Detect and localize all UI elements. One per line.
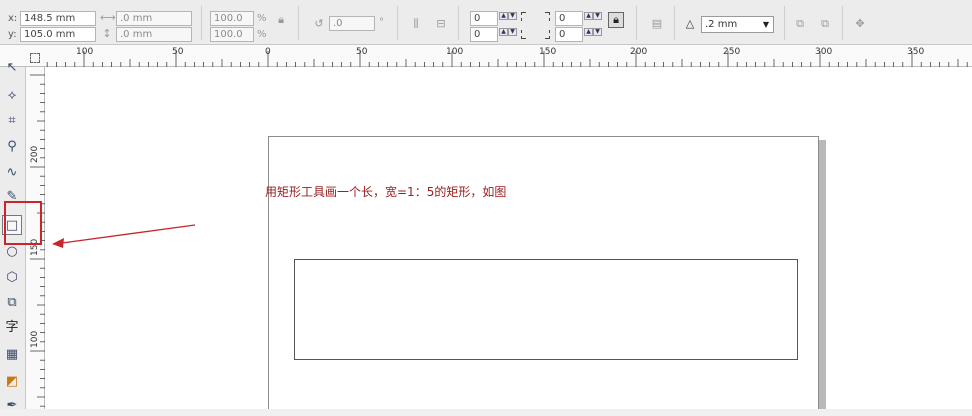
mirror-horizontal-icon[interactable]: ⫼ [409,17,423,31]
polygon-tool-icon[interactable]: ⬡ [2,268,22,288]
corner-bracket-icon [521,12,526,21]
pick-tool-icon[interactable]: ↖ [2,58,22,78]
eyedropper-tool-icon[interactable]: ✒ [2,396,22,416]
width-field[interactable]: .0 mm [116,11,192,26]
ruler-label: 250 [723,47,741,57]
ellipse-tool-icon[interactable]: ○ [2,242,22,262]
text-tool-icon[interactable]: 字 [2,318,22,338]
separator [201,6,202,40]
corner-top-right-field[interactable]: 0 [555,11,583,26]
corner-top-left-down-icon[interactable]: ▼ [508,12,517,20]
to-front-icon[interactable]: ⧉ [793,17,807,31]
tutorial-annotation: 用矩形工具画一个长，宽=1：5的矩形，如图 [265,185,507,199]
ruler-label: 0 [265,47,271,57]
horizontal-ruler[interactable]: 100 50 0 50 100 150 200 250 300 350 [0,45,972,67]
height-icon: ↕ [102,27,112,40]
corner-bottom-left-down-icon[interactable]: ▼ [508,28,517,36]
shape-tool-icon[interactable]: ⟡ [2,86,22,106]
ruler-label: 350 [907,47,925,57]
separator [458,6,459,40]
separator [674,6,675,40]
to-back-icon[interactable]: ⧉ [818,17,832,31]
ruler-label: 200 [630,47,648,57]
page-shadow [819,140,826,409]
y-label: y: [8,29,17,40]
mirror-vertical-icon[interactable]: ⊟ [434,17,448,31]
x-position-field[interactable]: 148.5 mm [20,11,96,26]
corner-top-left-up-icon[interactable]: ▲ [499,12,508,20]
ruler-label: 200 [30,145,40,163]
corner-bottom-left-field[interactable]: 0 [470,27,498,42]
corner-top-right-up-icon[interactable]: ▲ [584,12,593,20]
lock-corners-icon[interactable]: 🔒︎ [608,12,624,28]
ruler-label: 100 [30,330,40,348]
corner-top-right-down-icon[interactable]: ▼ [593,12,602,20]
table-tool-icon[interactable]: ▦ [2,345,22,365]
convert-to-curves-icon[interactable]: ✥ [853,17,867,31]
ruler-label: 150 [539,47,557,57]
outline-width-value: .2 mm [705,19,738,30]
corner-bottom-right-field[interactable]: 0 [555,27,583,42]
separator [397,6,398,40]
drawn-rectangle[interactable] [294,259,798,360]
corner-bracket-icon [521,30,526,39]
chevron-down-icon: ▼ [762,20,769,29]
corner-bottom-right-up-icon[interactable]: ▲ [584,28,593,36]
scale-x-field[interactable]: 100.0 [210,11,254,26]
zoom-tool-icon[interactable]: ⚲ [2,137,22,157]
rotation-icon: ↺ [314,17,324,30]
basic-shapes-tool-icon[interactable]: ⧉ [2,293,22,313]
ruler-label: 100 [446,47,464,57]
ruler-label: 300 [815,47,833,57]
width-icon: ⟷ [100,11,116,24]
height-field[interactable]: .0 mm [116,27,192,42]
corner-bottom-right-down-icon[interactable]: ▼ [593,28,602,36]
freehand-tool-icon[interactable]: ∿ [2,163,22,183]
crop-tool-icon[interactable]: ⌗ [2,111,22,131]
percent-y-label: % [257,29,267,40]
lock-ratio-icon[interactable]: 🔒︎ [274,13,288,27]
separator [636,6,637,40]
degree-label: ° [379,17,384,28]
wrap-text-icon[interactable]: ▤ [650,17,664,31]
percent-x-label: % [257,13,267,24]
y-position-field[interactable]: 105.0 mm [20,27,96,42]
rotation-field[interactable]: .0 [329,16,375,31]
corner-bracket-icon [545,30,550,39]
interactive-fill-tool-icon[interactable]: ◩ [2,372,22,392]
separator [298,6,299,40]
separator [842,6,843,40]
separator [784,6,785,40]
outline-pen-icon: △ [685,17,695,30]
ruler-label: 100 [76,47,94,57]
ruler-label: 50 [172,47,184,57]
outline-width-select[interactable]: .2 mm ▼ [701,16,774,33]
ruler-label: 50 [356,47,368,57]
scale-y-field[interactable]: 100.0 [210,27,254,42]
ruler-origin-icon[interactable] [30,53,40,63]
corner-bottom-left-up-icon[interactable]: ▲ [499,28,508,36]
corner-bracket-icon [545,12,550,21]
x-label: x: [8,13,18,24]
corner-top-left-field[interactable]: 0 [470,11,498,26]
property-bar: x: y: 148.5 mm 105.0 mm ⟷ ↕ .0 mm .0 mm … [0,0,972,45]
rectangle-tool-highlight [4,201,42,245]
